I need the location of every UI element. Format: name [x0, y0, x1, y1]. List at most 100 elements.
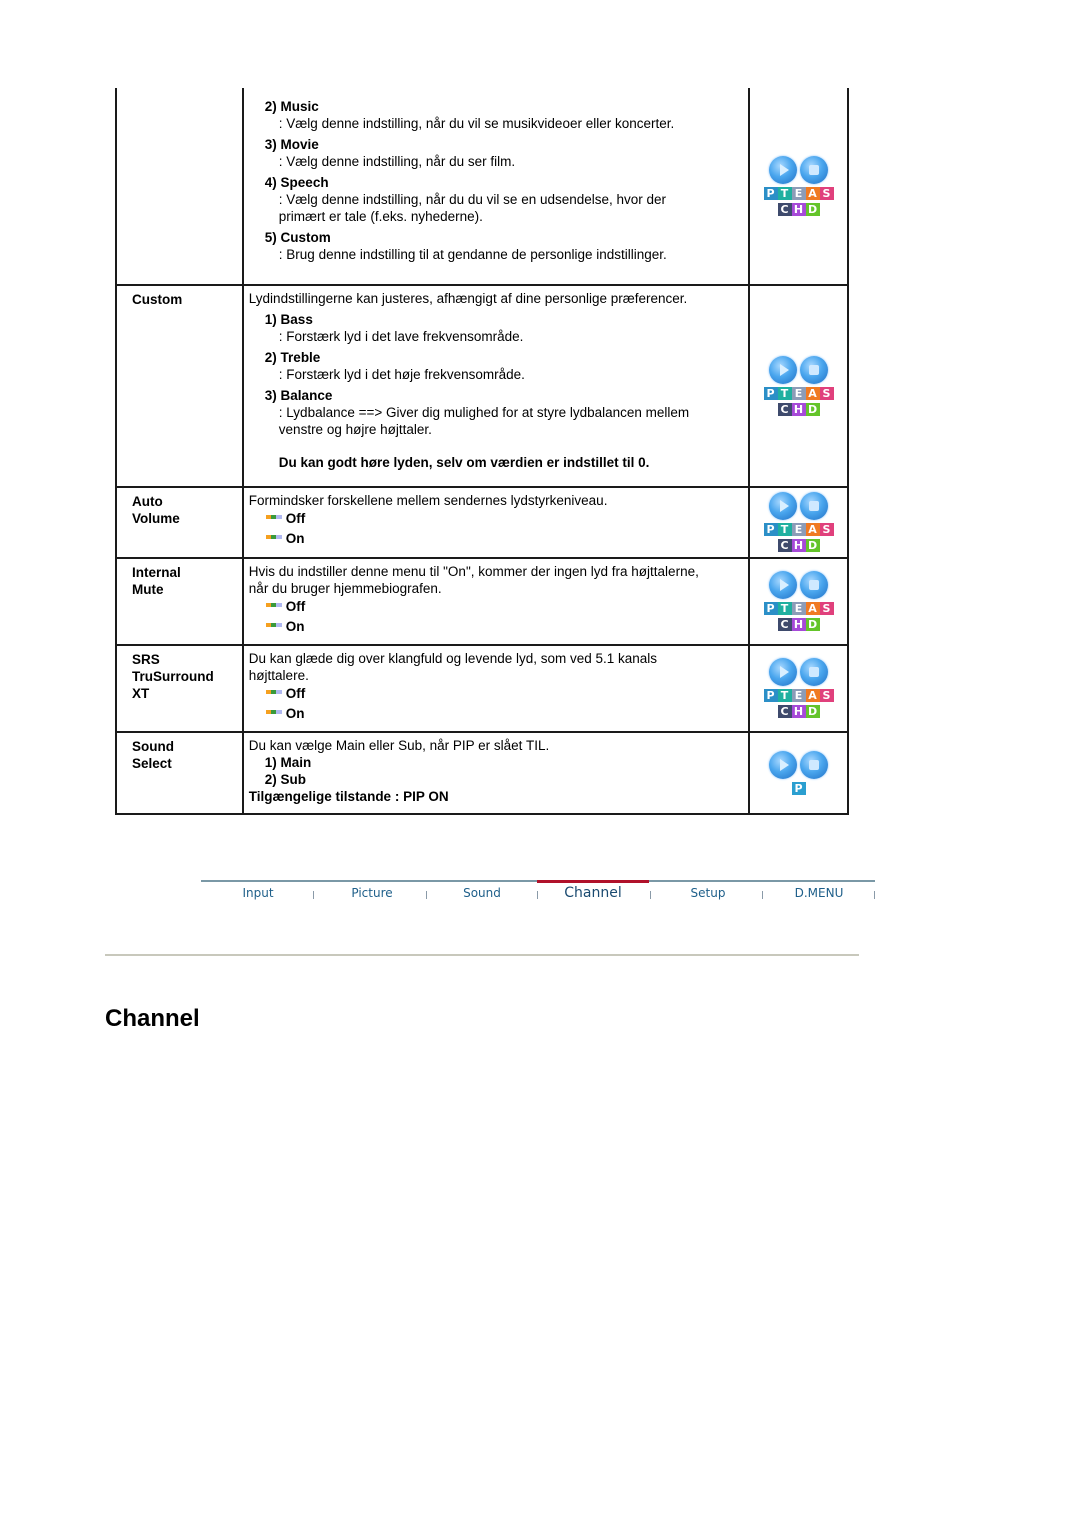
mode-tile-e: E [791, 689, 806, 702]
mode-tile-h: H [791, 202, 806, 216]
option-description: : Vælg denne indstilling, når du vil se … [278, 116, 675, 131]
nav-tab-picture[interactable]: Picture [327, 882, 417, 904]
option-bullet-icon [265, 603, 282, 607]
setting-name-line: Internal [132, 565, 181, 580]
stop-button-icon [800, 492, 829, 520]
setting-description-cell: Du kan glæde dig over klangfuld og leven… [241, 644, 751, 733]
mode-tile-a: A [805, 386, 820, 400]
setting-name-line: TruSurround [132, 669, 214, 684]
option-description: : Forstærk lyd i det høje frekvensområde… [278, 367, 525, 382]
table-row: Sound Select Du kan vælge Main eller Sub, … [115, 731, 849, 815]
ptea-schd-mode-icon: PTEAS CHD [763, 155, 835, 216]
setting-name-cell: SRS TruSurround XT [115, 644, 244, 733]
setting-note: Du kan godt høre lyden, selv om værdien … [278, 455, 650, 470]
play-button-icon [769, 571, 798, 599]
setting-description-cell: 2) Music: Vælg denne indstilling, når du… [241, 88, 751, 286]
setting-name-line: Mute [132, 582, 164, 597]
setting-description-cell: Du kan vælge Main eller Sub, når PIP er … [241, 731, 751, 815]
mode-tile-d: D [805, 705, 820, 718]
setting-name-cell: Auto Volume [115, 486, 244, 559]
option-off: Off [249, 684, 748, 704]
option-description: primært er tale (f.eks. nyhederne). [278, 209, 483, 224]
setting-intro-line: når du bruger hjemmebiografen. [248, 581, 442, 596]
bullet-segment [275, 515, 282, 519]
play-glyph [780, 163, 790, 176]
play-button-icon [769, 155, 798, 184]
nav-tab-sound[interactable]: Sound [437, 882, 527, 904]
option-label: Off [285, 686, 306, 701]
nav-tab-channel[interactable]: Channel [537, 880, 649, 905]
mode-tile-c: C [777, 402, 792, 416]
mode-tiles: PTEAS [763, 689, 835, 702]
play-button-icon [769, 658, 798, 686]
mode-tile-a: A [805, 689, 820, 702]
play-glyph [780, 363, 790, 376]
playback-buttons [763, 658, 835, 686]
mode-tile-s: S [819, 186, 834, 200]
mode-tile-s: S [819, 386, 834, 400]
mode-tile-d: D [805, 539, 820, 552]
mode-tiles: CHD [763, 402, 835, 416]
stop-button-icon [800, 155, 829, 184]
available-modes-note: Tilgængelige tilstande : PIP ON [248, 789, 449, 804]
mode-tile-d: D [805, 402, 820, 416]
option-label: Off [285, 511, 306, 526]
sound-select-option: 1) Main [264, 755, 312, 770]
mode-tile-c: C [777, 539, 792, 552]
setting-intro: Lydindstillingerne kan justeres, afhængi… [248, 291, 688, 306]
play-glyph [780, 500, 790, 512]
mode-tile-e: E [791, 186, 806, 200]
mode-tile-t: T [777, 689, 792, 702]
option-bullet-icon [265, 710, 282, 714]
setting-intro-line: Hvis du indstiller denne menu til "On", … [248, 564, 699, 579]
ptea-schd-mode-icon: PTEAS CHD [763, 658, 835, 718]
setting-name-line: Sound [132, 739, 174, 754]
option-off: Off [249, 509, 748, 529]
setting-name-line: Select [132, 756, 172, 771]
mode-tile-p: P [763, 386, 778, 400]
mode-tile-t: T [777, 602, 792, 615]
bullet-segment [275, 690, 282, 694]
section-divider [105, 954, 859, 956]
setting-intro-line: højttalere. [248, 668, 309, 683]
nav-tab-dmenu[interactable]: D.MENU [774, 882, 864, 904]
mode-tile-h: H [791, 618, 806, 631]
mode-tile-p: P [763, 523, 778, 536]
option-on: On [249, 704, 748, 724]
stop-button-icon [800, 355, 829, 384]
mode-icon-cell: PTEAS CHD [748, 557, 849, 646]
mode-icon-cell: P [748, 731, 849, 815]
nav-tab-input[interactable]: Input [213, 882, 303, 904]
mode-tile-a: A [805, 602, 820, 615]
stop-glyph [809, 364, 820, 375]
bullet-segment [275, 603, 282, 607]
stop-glyph [809, 501, 820, 511]
playback-buttons [763, 571, 835, 599]
option-description: : Vælg denne indstilling, når du du vil … [278, 192, 667, 207]
option-bullet-icon [265, 515, 282, 519]
mode-tile-p: P [763, 602, 778, 615]
play-button-icon [769, 750, 798, 779]
mode-tile-c: C [777, 618, 792, 631]
setting-name-line: SRS [132, 652, 160, 667]
mode-tiles: PTEAS [763, 523, 835, 536]
bullet-segment [275, 535, 282, 539]
mode-icon-cell: PTEAS CHD [748, 284, 849, 488]
playback-buttons [763, 355, 835, 384]
nav-separator [537, 891, 538, 899]
option-description: : Lydbalance ==> Giver dig mulighed for … [278, 405, 690, 420]
mode-tiles: CHD [763, 705, 835, 718]
setting-name-line: Auto [132, 494, 163, 509]
mode-tile-p: P [763, 186, 778, 200]
stop-button-icon [800, 658, 829, 686]
option-bullet-icon [265, 690, 282, 694]
mode-tile-s: S [819, 689, 834, 702]
mode-tiles: P [763, 781, 835, 795]
sound-select-option: 2) Sub [264, 772, 307, 787]
ptea-schd-mode-icon: PTEAS CHD [763, 492, 835, 552]
option-on: On [249, 529, 748, 549]
stop-glyph [809, 667, 820, 677]
nav-separator [313, 891, 314, 899]
nav-tab-setup[interactable]: Setup [663, 882, 753, 904]
mode-tile-h: H [791, 539, 806, 552]
